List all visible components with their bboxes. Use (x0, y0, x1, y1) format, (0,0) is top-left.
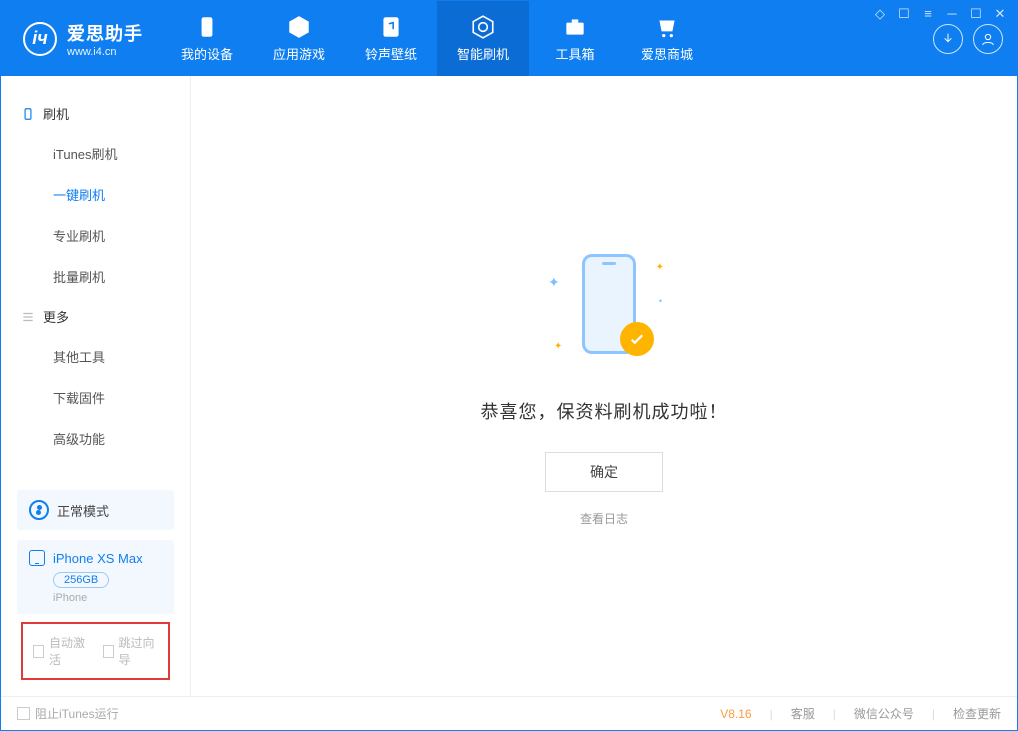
mode-label: 正常模式 (57, 501, 109, 520)
list-icon (21, 310, 35, 324)
sidebar-item-othertools[interactable]: 其他工具 (1, 336, 190, 377)
checkbox-skip-guide[interactable]: 跳过向导 (103, 634, 159, 668)
nav-label: 智能刷机 (457, 44, 509, 63)
footer-link-support[interactable]: 客服 (791, 705, 815, 722)
cube-icon (286, 14, 312, 40)
device-storage: 256GB (53, 572, 109, 588)
logo-icon: iч (23, 22, 57, 56)
footer-link-update[interactable]: 检查更新 (953, 705, 1001, 722)
nav-label: 铃声壁纸 (365, 44, 417, 63)
phone-icon (21, 107, 35, 121)
main-content: ✦ ✦ ✦ • 恭喜您，保资料刷机成功啦！ 确定 查看日志 (191, 76, 1017, 696)
device-name: iPhone XS Max (53, 551, 143, 566)
view-log-link[interactable]: 查看日志 (580, 510, 628, 527)
feedback-icon[interactable]: ☐ (896, 6, 912, 22)
nav-label: 爱思商城 (641, 44, 693, 63)
sidebar-item-itunes[interactable]: iTunes刷机 (1, 133, 190, 174)
success-message: 恭喜您，保资料刷机成功啦！ (481, 398, 728, 424)
spark-icon: ✦ (656, 262, 664, 273)
spark-icon: ✦ (548, 274, 560, 291)
menu-icon[interactable]: ≡ (920, 6, 936, 22)
checkbox-box (33, 645, 44, 658)
checkbox-box (17, 707, 30, 720)
window-controls: ◇ ☐ ≡ ─ ☐ ✕ (872, 6, 1008, 22)
spark-icon: ✦ (554, 341, 562, 352)
flash-options-highlighted: 自动激活 跳过向导 (21, 622, 170, 680)
checkbox-label: 阻止iTunes运行 (35, 705, 119, 722)
checkbox-auto-activate[interactable]: 自动激活 (33, 634, 89, 668)
success-illustration: ✦ ✦ ✦ • (544, 246, 664, 366)
maximize-icon[interactable]: ☐ (968, 6, 984, 22)
spark-icon: • (659, 296, 662, 306)
checkmark-badge-icon (620, 322, 654, 356)
logo[interactable]: iч 爱思助手 www.i4.cn (1, 1, 161, 76)
mode-icon (29, 500, 49, 520)
device-info[interactable]: iPhone XS Max 256GB iPhone (17, 540, 174, 614)
checkbox-block-itunes[interactable]: 阻止iTunes运行 (17, 705, 119, 722)
checkbox-box (103, 645, 114, 658)
nav-label: 应用游戏 (273, 44, 325, 63)
device-type: iPhone (53, 592, 162, 604)
brand-name: 爱思助手 (67, 20, 143, 46)
footer-link-wechat[interactable]: 微信公众号 (854, 705, 914, 722)
checkbox-label: 跳过向导 (119, 634, 158, 668)
ok-button[interactable]: 确定 (545, 452, 663, 492)
version-label: V8.16 (720, 707, 751, 721)
top-nav: 我的设备 应用游戏 铃声壁纸 智能刷机 工具箱 爱思商城 (161, 1, 713, 76)
cart-icon (654, 14, 680, 40)
group-title: 刷机 (43, 104, 69, 123)
sidebar-item-advanced[interactable]: 高级功能 (1, 418, 190, 459)
refresh-icon (470, 14, 496, 40)
phone-icon (29, 550, 45, 566)
app-header: iч 爱思助手 www.i4.cn 我的设备 应用游戏 铃声壁纸 智能刷机 工具… (1, 1, 1017, 76)
nav-label: 工具箱 (555, 44, 594, 63)
download-button[interactable] (933, 24, 963, 54)
nav-ringtones[interactable]: 铃声壁纸 (345, 1, 437, 76)
checkbox-label: 自动激活 (49, 634, 88, 668)
sidebar-group-more[interactable]: 更多 (1, 297, 190, 336)
device-icon (194, 14, 220, 40)
group-title: 更多 (43, 307, 69, 326)
nav-flash[interactable]: 智能刷机 (437, 1, 529, 76)
device-mode[interactable]: 正常模式 (17, 490, 174, 530)
skin-icon[interactable]: ◇ (872, 6, 888, 22)
close-icon[interactable]: ✕ (992, 6, 1008, 22)
minimize-icon[interactable]: ─ (944, 6, 960, 22)
music-icon (378, 14, 404, 40)
sidebar-group-flash[interactable]: 刷机 (1, 94, 190, 133)
sidebar-item-batch[interactable]: 批量刷机 (1, 256, 190, 297)
nav-my-device[interactable]: 我的设备 (161, 1, 253, 76)
nav-apps[interactable]: 应用游戏 (253, 1, 345, 76)
sidebar-item-pro[interactable]: 专业刷机 (1, 215, 190, 256)
status-bar: 阻止iTunes运行 V8.16 | 客服 | 微信公众号 | 检查更新 (1, 696, 1017, 730)
toolbox-icon (562, 14, 588, 40)
sidebar-item-oneclick[interactable]: 一键刷机 (1, 174, 190, 215)
nav-toolbox[interactable]: 工具箱 (529, 1, 621, 76)
nav-store[interactable]: 爱思商城 (621, 1, 713, 76)
user-button[interactable] (973, 24, 1003, 54)
brand-url: www.i4.cn (67, 46, 143, 58)
sidebar: 刷机 iTunes刷机 一键刷机 专业刷机 批量刷机 更多 其他工具 下载固件 … (1, 76, 191, 696)
nav-label: 我的设备 (181, 44, 233, 63)
sidebar-item-firmware[interactable]: 下载固件 (1, 377, 190, 418)
